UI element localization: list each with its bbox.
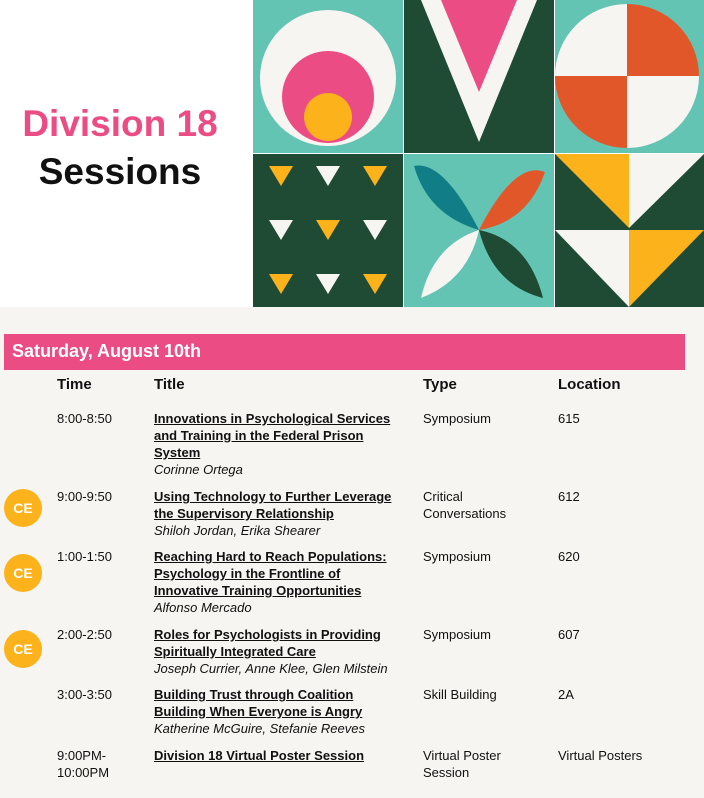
session-info: Reaching Hard to Reach Populations: Psych… bbox=[154, 548, 414, 616]
session-info: Using Technology to Further Leverage the … bbox=[154, 488, 414, 539]
column-header-title: Title bbox=[154, 376, 185, 393]
session-type: Critical Conversations bbox=[423, 489, 507, 521]
session-title-link[interactable]: Using Technology to Further Leverage the … bbox=[154, 488, 414, 522]
session-location: 2A bbox=[558, 687, 574, 702]
circles-tile bbox=[253, 0, 403, 153]
session-location: 612 bbox=[558, 489, 580, 504]
session-time: 3:00-3:50 bbox=[57, 687, 112, 702]
chevron-tile bbox=[404, 0, 554, 153]
day-label: Saturday, August 10th bbox=[12, 341, 202, 361]
session-location: 615 bbox=[558, 411, 580, 426]
session-presenters: Katherine McGuire, Stefanie Reeves bbox=[154, 721, 365, 736]
session-location: 607 bbox=[558, 627, 580, 642]
session-info: Innovations in Psychological Services and… bbox=[154, 410, 414, 478]
session-info: Roles for Psychologists in Providing Spir… bbox=[154, 626, 414, 677]
session-type: Virtual Poster Session bbox=[423, 748, 501, 780]
decorative-art bbox=[253, 0, 704, 307]
column-header-location: Location bbox=[558, 376, 621, 393]
session-presenters: Shiloh Jordan, Erika Shearer bbox=[154, 523, 321, 538]
diagonal-triangles-tile bbox=[555, 154, 704, 307]
session-time: 2:00-2:50 bbox=[57, 627, 112, 642]
session-title-link[interactable]: Division 18 Virtual Poster Session bbox=[154, 747, 414, 764]
session-title-link[interactable]: Roles for Psychologists in Providing Spir… bbox=[154, 626, 414, 660]
session-title-link[interactable]: Building Trust through Coalition Building… bbox=[154, 686, 414, 720]
session-info: Building Trust through Coalition Building… bbox=[154, 686, 414, 737]
page-title: Division 18 Sessions bbox=[0, 100, 240, 196]
ce-badge: CE bbox=[4, 489, 42, 527]
session-presenters: Joseph Currier, Anne Klee, Glen Milstein bbox=[154, 661, 388, 676]
title-division: Division 18 bbox=[22, 103, 218, 144]
session-presenters: Alfonso Mercado bbox=[154, 600, 252, 615]
session-type: Symposium bbox=[423, 549, 491, 564]
session-time: 9:00-9:50 bbox=[57, 489, 112, 504]
column-header-type: Type bbox=[423, 376, 457, 393]
session-time: 1:00-1:50 bbox=[57, 549, 112, 564]
session-type: Symposium bbox=[423, 627, 491, 642]
petals-tile bbox=[404, 154, 554, 307]
triangles-tile bbox=[253, 154, 403, 307]
session-info: Division 18 Virtual Poster Session bbox=[154, 747, 414, 764]
session-presenters: Corinne Ortega bbox=[154, 462, 243, 477]
session-location: Virtual Posters bbox=[558, 748, 643, 763]
column-header-time: Time bbox=[57, 376, 92, 393]
ce-badge: CE bbox=[4, 554, 42, 592]
title-sessions: Sessions bbox=[38, 151, 202, 192]
ce-badge: CE bbox=[4, 630, 42, 668]
half-circles-tile bbox=[555, 0, 704, 153]
header-banner: Division 18 Sessions bbox=[0, 0, 704, 307]
session-time: 8:00-8:50 bbox=[57, 411, 112, 426]
session-title-link[interactable]: Reaching Hard to Reach Populations: Psych… bbox=[154, 548, 414, 599]
session-location: 620 bbox=[558, 549, 580, 564]
session-title-link[interactable]: Innovations in Psychological Services and… bbox=[154, 410, 414, 461]
session-type: Symposium bbox=[423, 411, 491, 426]
session-time: 9:00PM- 10:00PM bbox=[57, 748, 110, 780]
session-type: Skill Building bbox=[423, 687, 497, 702]
day-header: Saturday, August 10th bbox=[4, 334, 685, 370]
